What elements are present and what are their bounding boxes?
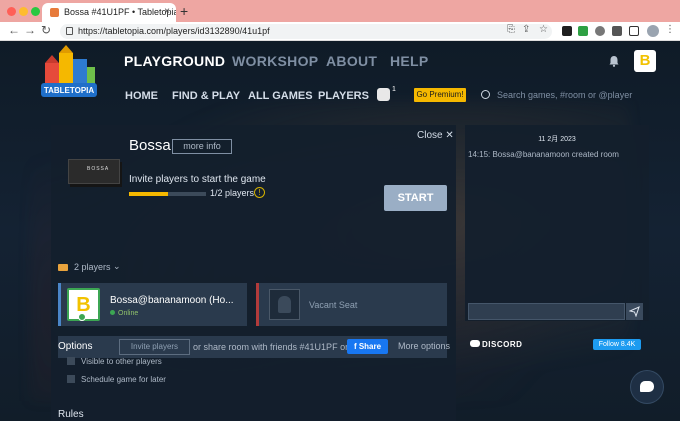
status-dot-icon bbox=[110, 310, 115, 315]
sidebar-toggle-icon[interactable] bbox=[629, 26, 639, 36]
url-text: https://tabletopia.com/players/id3132890… bbox=[78, 26, 270, 36]
invite-row: Invite players or share room with friend… bbox=[58, 336, 447, 358]
player-card-host[interactable]: B Bossa@bananamoon (Ho... Online bbox=[58, 283, 247, 326]
forward-icon[interactable]: → bbox=[24, 23, 36, 37]
option-visible-checkbox[interactable]: Visible to other players bbox=[67, 357, 162, 366]
discord-link[interactable]: DISCORD bbox=[470, 340, 522, 349]
vacant-avatar-icon bbox=[269, 289, 300, 320]
extensions-puzzle-icon[interactable] bbox=[612, 26, 622, 36]
option-visible-label: Visible to other players bbox=[81, 357, 162, 366]
nav-workshop[interactable]: WORKSHOP bbox=[232, 53, 318, 69]
players-toggle-label: 2 players bbox=[74, 262, 111, 272]
support-chat-bubble[interactable] bbox=[631, 371, 663, 403]
new-tab-button[interactable]: + bbox=[180, 3, 188, 19]
subnav-home[interactable]: HOME bbox=[125, 90, 158, 102]
warning-icon[interactable]: ! bbox=[254, 187, 265, 198]
send-icon bbox=[629, 306, 640, 317]
logo-text: TABLETOPIA bbox=[44, 86, 95, 95]
back-icon[interactable]: ← bbox=[8, 23, 20, 37]
vacant-seat-label: Vacant Seat bbox=[309, 300, 358, 310]
go-premium-button[interactable]: Go Premium! bbox=[414, 88, 466, 102]
subnav-find-play[interactable]: FIND & PLAY bbox=[172, 90, 240, 102]
user-avatar[interactable]: B bbox=[634, 50, 656, 72]
menu-kebab-icon[interactable]: ⋮ bbox=[665, 24, 675, 35]
subnav-players[interactable]: PLAYERS bbox=[318, 90, 369, 102]
extension-1-icon[interactable] bbox=[562, 26, 572, 36]
address-bar[interactable]: https://tabletopia.com/players/id3132890… bbox=[60, 24, 552, 39]
search-input[interactable]: Search games, #room or @player bbox=[497, 90, 632, 100]
dice-count-badge: 1 bbox=[392, 86, 396, 93]
more-options-link[interactable]: More options bbox=[398, 341, 450, 351]
player-name: Bossa@bananamoon (Ho... bbox=[110, 295, 234, 306]
chat-message: 14:15: Bossa@bananamoon created room bbox=[468, 150, 619, 159]
chat-bubble-icon bbox=[640, 381, 654, 392]
close-room-button[interactable]: Close ✕ bbox=[417, 130, 454, 141]
chat-panel: 11 2月 2023 14:15: Bossa@bananamoon creat… bbox=[465, 125, 649, 321]
chevron-down-icon: ⌄ bbox=[113, 261, 121, 271]
dice-icon[interactable] bbox=[377, 88, 390, 101]
discord-icon bbox=[470, 340, 480, 347]
chat-date: 11 2月 2023 bbox=[538, 136, 576, 143]
facebook-share-button[interactable]: f Share bbox=[347, 339, 388, 354]
box-art-label: BOSSA bbox=[87, 166, 110, 172]
start-button[interactable]: START bbox=[384, 185, 447, 211]
nav-playground[interactable]: PLAYGROUND bbox=[124, 53, 225, 69]
invite-players-button[interactable]: Invite players bbox=[119, 339, 190, 355]
profile-avatar-icon[interactable] bbox=[647, 25, 659, 37]
window-minimize-dot[interactable] bbox=[19, 7, 28, 16]
tab-title: Bossa #41U1PF • Tabletopia bbox=[64, 7, 176, 17]
browser-toolbar: ← → ↻ https://tabletopia.com/players/id3… bbox=[0, 22, 680, 41]
player-status-text: Online bbox=[118, 310, 139, 317]
facebook-share-label: Share bbox=[358, 342, 382, 351]
game-title: Bossa bbox=[129, 137, 171, 154]
online-dot-icon bbox=[78, 313, 86, 321]
player-count: 1/2 players bbox=[210, 188, 255, 198]
share-room-text: or share room with friends #41U1PF or bbox=[193, 342, 349, 352]
window-zoom-dot[interactable] bbox=[31, 7, 40, 16]
window-close-dot[interactable] bbox=[7, 7, 16, 16]
vacant-seat-card[interactable]: Vacant Seat bbox=[256, 283, 447, 326]
translate-icon[interactable]: ⎘ bbox=[507, 24, 515, 35]
more-info-button[interactable]: more info bbox=[172, 139, 232, 154]
player-status: Online bbox=[110, 310, 138, 317]
nav-about[interactable]: ABOUT bbox=[326, 53, 377, 69]
reload-icon[interactable]: ↻ bbox=[41, 23, 51, 37]
tabletopia-favicon-icon bbox=[50, 8, 59, 17]
options-heading: Options bbox=[58, 341, 93, 352]
tabletopia-page: TABLETOPIA PLAYGROUND WORKSHOP ABOUT HEL… bbox=[0, 41, 680, 421]
option-schedule-label: Schedule game for later bbox=[81, 375, 166, 384]
twitter-follow-button[interactable]: Follow 8.4K bbox=[593, 339, 641, 350]
tab-close-icon[interactable]: × bbox=[164, 6, 170, 17]
discord-label: DISCORD bbox=[482, 340, 523, 349]
search-icon[interactable] bbox=[481, 90, 490, 99]
players-progress-bar bbox=[129, 192, 206, 196]
nav-help[interactable]: HELP bbox=[390, 53, 429, 69]
rules-heading: Rules bbox=[58, 409, 84, 420]
lock-icon bbox=[66, 27, 73, 35]
players-progress-fill bbox=[129, 192, 168, 196]
notifications-bell-icon[interactable] bbox=[608, 55, 620, 67]
browser-tab[interactable]: Bossa #41U1PF • Tabletopia × bbox=[42, 3, 176, 22]
browser-tab-bar: Bossa #41U1PF • Tabletopia × + bbox=[0, 0, 680, 22]
github-extension-icon[interactable] bbox=[595, 26, 605, 36]
bookmark-star-icon[interactable]: ☆ bbox=[539, 24, 548, 35]
invite-instructions: Invite players to start the game bbox=[129, 174, 266, 185]
extension-check-icon[interactable] bbox=[578, 26, 588, 36]
subnav-all-games[interactable]: ALL GAMES bbox=[248, 90, 313, 102]
checkbox-icon bbox=[67, 375, 75, 383]
send-button[interactable] bbox=[626, 303, 643, 320]
option-schedule-checkbox[interactable]: Schedule game for later bbox=[67, 375, 166, 384]
checkbox-icon bbox=[67, 357, 75, 365]
tabletopia-logo[interactable]: TABLETOPIA bbox=[37, 41, 101, 104]
game-box-art: BOSSA bbox=[68, 159, 120, 184]
chat-input[interactable] bbox=[468, 303, 625, 320]
players-icon bbox=[58, 264, 68, 271]
share-icon[interactable]: ⇪ bbox=[522, 24, 530, 35]
